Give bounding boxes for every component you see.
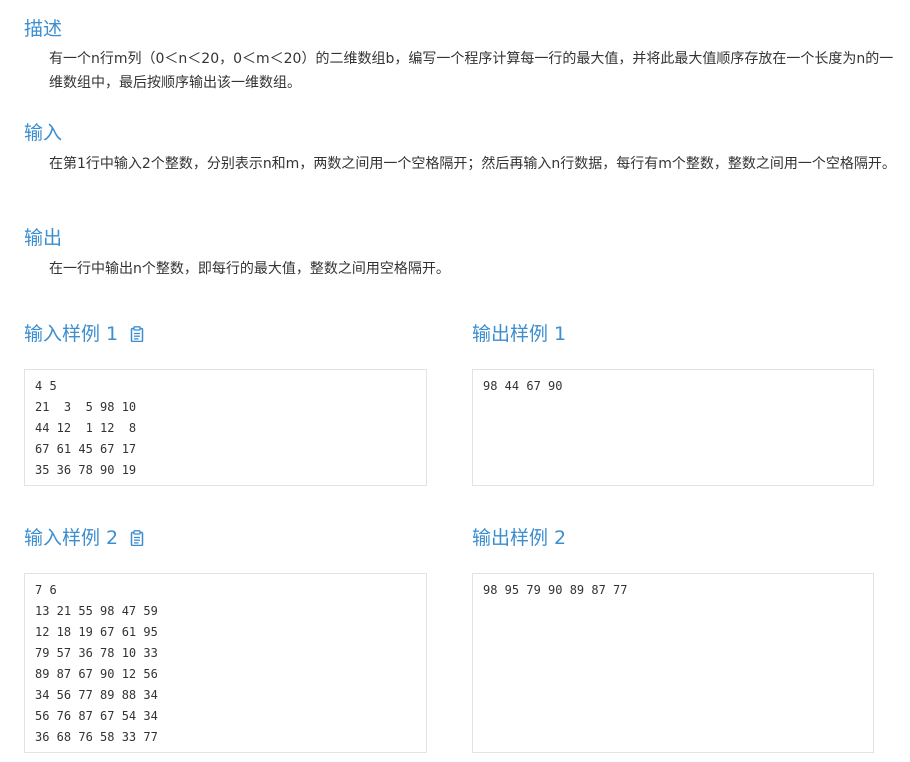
sample-input-title-1: 输入样例 1 bbox=[24, 322, 144, 346]
sample-input-title-label-2: 输入样例 2 bbox=[24, 527, 119, 549]
clipboard-icon[interactable] bbox=[130, 530, 144, 546]
sample-output-title-1: 输出样例 1 bbox=[472, 323, 567, 345]
sample-input-title-label-1: 输入样例 1 bbox=[24, 323, 119, 345]
input-text: 在第1行中输入2个整数，分别表示n和m，两数之间用一个空格隔开；然后再输入n行数… bbox=[49, 156, 896, 172]
sample-output-box-2[interactable]: 98 95 79 90 89 87 77 bbox=[472, 573, 874, 753]
description-title: 描述 bbox=[24, 18, 63, 40]
output-title: 输出 bbox=[24, 227, 63, 249]
sample-input-box-2[interactable]: 7 6 13 21 55 98 47 59 12 18 19 67 61 95 … bbox=[24, 573, 427, 753]
sample-input-title-2: 输入样例 2 bbox=[24, 526, 144, 550]
clipboard-icon[interactable] bbox=[130, 326, 144, 342]
sample-output-title-2: 输出样例 2 bbox=[472, 527, 567, 549]
input-title: 输入 bbox=[24, 122, 63, 144]
description-text: 有一个n行m列（0＜n＜20，0＜m＜20）的二维数组b，编写一个程序计算每一行… bbox=[49, 51, 894, 91]
sample-input-box-1[interactable]: 4 5 21 3 5 98 10 44 12 1 12 8 67 61 45 6… bbox=[24, 369, 427, 486]
sample-output-box-1[interactable]: 98 44 67 90 bbox=[472, 369, 874, 486]
output-text: 在一行中输出n个整数，即每行的最大值，整数之间用空格隔开。 bbox=[49, 261, 450, 277]
